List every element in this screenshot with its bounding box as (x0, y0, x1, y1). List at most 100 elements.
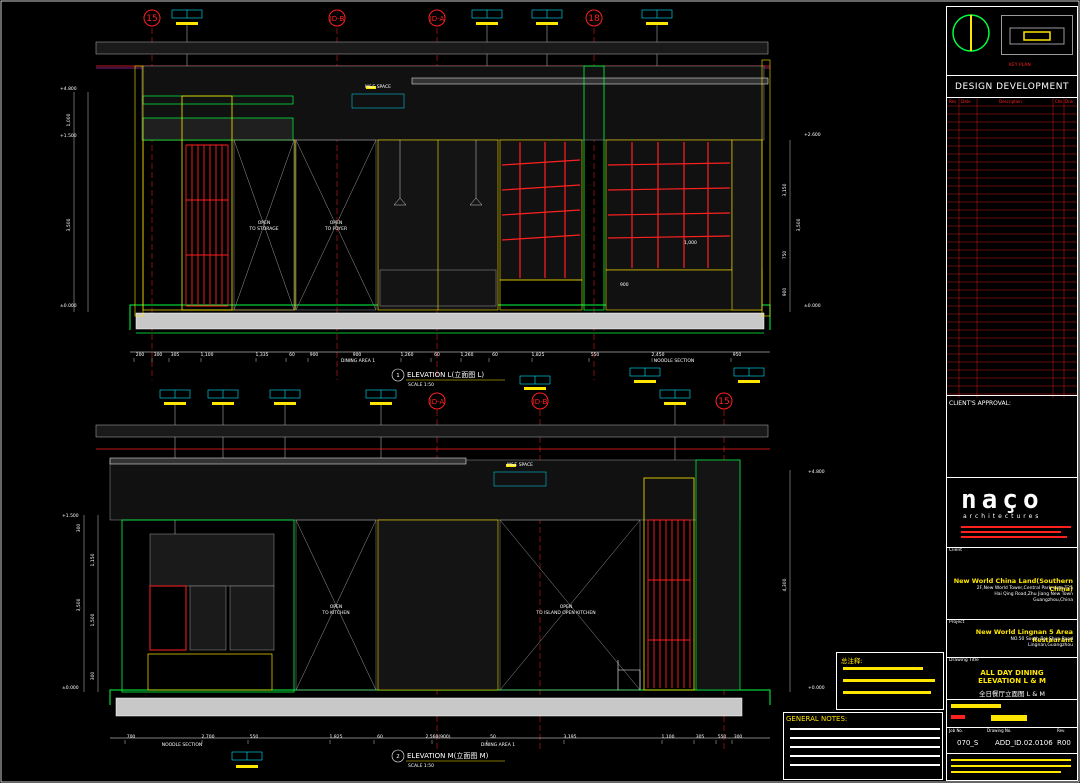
dim-text: 750 (782, 251, 788, 260)
grid-bubble: ID-A (428, 392, 446, 410)
stone-wall (377, 519, 499, 691)
dim-text: 2,700 (202, 734, 215, 740)
dim-text: 1,260 (401, 352, 414, 358)
compass-icon (952, 14, 990, 52)
dim-text: 550 (591, 352, 600, 358)
key-plan-label: KEY PLAN (1009, 63, 1031, 68)
grid-bubble: 18 (585, 9, 603, 27)
dim-text: 4,300 (782, 578, 788, 591)
dim-text: 2,450 (652, 352, 665, 358)
dims-top: 200 300 305 1,100 1,335 60 900 900 1,260 60 1,260 6… (133, 352, 742, 362)
project-address: NO.50 South Bai Shun Road Lingnan,Guangz… (1010, 637, 1073, 648)
stage-title: DESIGN DEVELOPMENT (947, 75, 1077, 97)
dim-text: 1,150 (90, 553, 96, 566)
opening-cross (233, 139, 377, 311)
revision-table: Rev Date Description Chk Drw (947, 97, 1077, 398)
disclaimer-line (951, 759, 1071, 761)
key-plan-drawing (1009, 27, 1065, 45)
elevation-title: ELEVATION L(立面图 L) (407, 370, 484, 379)
side-panel (695, 459, 741, 691)
project-label: Project (949, 620, 965, 625)
client-address: 2F,New World Tower,Central Park-view,T25… (976, 586, 1073, 603)
disclaimer-line (951, 765, 1071, 767)
dim-text: 1,260 (461, 352, 474, 358)
dim-text: 1,100 (662, 734, 675, 740)
dim-text: 1,825 (532, 352, 545, 358)
dim-text: 1,825 (330, 734, 343, 740)
general-notes-box: GENERAL NOTES: (783, 712, 943, 780)
logo-subtitle: architectures (963, 513, 1042, 520)
drawing-no-label: Drawing No. (987, 728, 1012, 733)
drawing-title-label: Drawing Title (949, 658, 979, 663)
grid-bubble: ID-A (428, 9, 446, 27)
note-open-storage: OPEN (258, 220, 270, 226)
dim-text: 700 (127, 734, 136, 740)
svg-text:TO STORAGE: TO STORAGE (248, 226, 278, 232)
level-mark: ±0.000 (804, 303, 821, 309)
job-no: 070_S (957, 739, 979, 747)
dim-text: 550 (718, 734, 727, 740)
firm-address (961, 523, 1077, 543)
duct (411, 77, 769, 85)
note-open-island: OPEN (560, 604, 572, 610)
grid-bubble: ID-B (531, 392, 549, 410)
dim-text: 60 (289, 352, 295, 358)
grid-bubble: ID-B (328, 9, 346, 27)
client-label: Client (949, 548, 963, 553)
level-mark: +4.800 (808, 469, 825, 475)
general-notes-title: GENERAL NOTES: (786, 715, 848, 723)
level-mark: ±0.000 (62, 685, 79, 691)
dim-text: 900 (310, 352, 319, 358)
note-line (843, 691, 931, 694)
job-no-label: Job No. (949, 728, 964, 733)
grid-bubble: 15 (715, 392, 733, 410)
chair (617, 660, 641, 690)
duct (109, 457, 467, 465)
ceiling-slab (95, 424, 769, 438)
dim-text: 1,000 (66, 113, 72, 126)
dims-bottom: 700 2,700 550 1,825 60 2,560(900) 50 3,195 1,100… (124, 734, 742, 744)
svg-text:18: 18 (588, 14, 600, 24)
cabinet-panel (229, 585, 275, 651)
dim-text: 200 (136, 352, 145, 358)
side-panel (731, 139, 763, 311)
wall-panel (142, 139, 296, 311)
level-mark: +1.500 (60, 133, 77, 139)
note-line (790, 764, 940, 766)
svg-text:15: 15 (718, 397, 729, 407)
note-open-kitchen: OPEN (330, 604, 342, 610)
note-open-foyer: OPEN (330, 220, 342, 226)
svg-text:TO ISLAND OPEN KITCHEN: TO ISLAND OPEN KITCHEN (535, 610, 595, 616)
red-frame (149, 585, 187, 651)
note-line (790, 728, 940, 730)
dim-text: 3,500 (76, 598, 82, 611)
dim-text: 300 (76, 524, 82, 533)
dim-text: 950 (733, 352, 742, 358)
level-mark: +4.800 (60, 86, 77, 92)
dim-text: 60 (492, 352, 498, 358)
level-mark: +1.500 (62, 513, 79, 519)
drawing-title: ALL DAY DINING ELEVATION L & M (978, 669, 1046, 685)
cn-notes-title: 总注释: (841, 657, 863, 665)
bulkhead-hatch (109, 459, 741, 521)
dim-text: 1,500 (90, 613, 96, 626)
north-arrow (949, 11, 993, 55)
svg-text:TO KITCHEN: TO KITCHEN (321, 610, 349, 616)
drawn-field (991, 715, 1027, 721)
red-screen-slats (647, 519, 691, 688)
clients-approval-label: CLIENT'S APPROVAL: (949, 400, 1011, 407)
cabinet-panel (189, 585, 227, 651)
base-cabinet (147, 653, 273, 691)
drawing-title-cn: 全日餐厅立面图 L & M (979, 690, 1045, 698)
cn-notes-box: 总注释: (836, 652, 944, 710)
note-line (790, 746, 940, 748)
floor-slab (115, 697, 743, 717)
elevation-number: 1 (396, 373, 400, 379)
dim-text: 1,100 (201, 352, 214, 358)
note-line (843, 679, 935, 682)
elevation-m: ID-A ID-B 15 OPEN TO KITCHEN OPEN TO ISL… (62, 367, 825, 769)
section-label: DINING AREA 1 (341, 358, 375, 364)
dim-text: 300 (90, 672, 96, 681)
dim-text: 3,195 (564, 734, 577, 740)
grid-bubble: 15 (143, 9, 161, 27)
